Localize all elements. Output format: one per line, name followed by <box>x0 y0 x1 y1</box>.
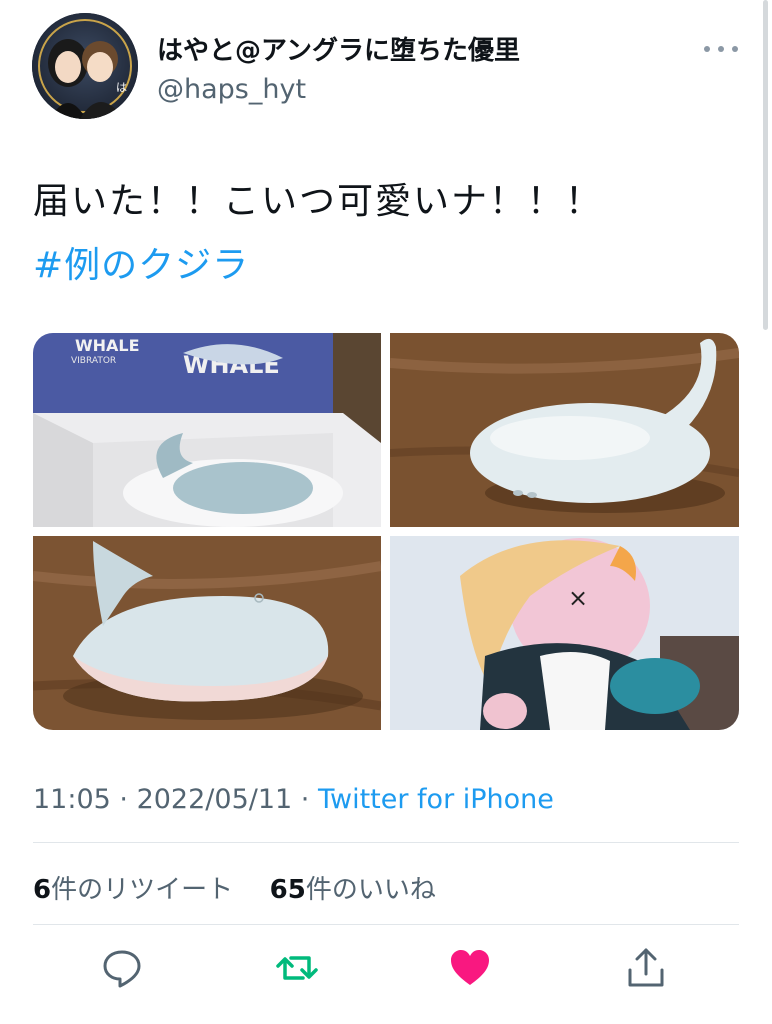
box-text-2: VIBRATOR <box>71 356 116 366</box>
meta-separator: · <box>300 784 318 815</box>
divider <box>33 924 739 925</box>
tweet-timestamp: 11:05 · 2022/05/11 · Twitter for iPhone <box>33 784 554 815</box>
more-options-icon[interactable] <box>704 34 738 64</box>
like-icon[interactable] <box>448 946 492 990</box>
retweet-label: 件のリツイート <box>51 875 234 905</box>
tweet-source[interactable]: Twitter for iPhone <box>318 784 554 815</box>
svg-text:×: × <box>568 584 588 612</box>
user-handle[interactable]: @haps_hyt <box>157 74 306 105</box>
tweet-date[interactable]: 2022/05/11 <box>137 784 293 815</box>
reply-icon[interactable] <box>100 946 144 990</box>
retweet-icon[interactable] <box>275 946 319 990</box>
action-bar <box>0 946 772 996</box>
svg-text:は: は <box>116 81 127 94</box>
dot <box>732 46 738 52</box>
scrollbar[interactable] <box>763 0 768 330</box>
photo-1[interactable]: WHALE VIBRATOR WHALE <box>33 333 381 527</box>
tweet-time[interactable]: 11:05 <box>33 784 111 815</box>
like-label: 件のいいね <box>305 875 436 905</box>
photo-3[interactable] <box>33 536 381 730</box>
hashtag-link[interactable]: #例のクジラ <box>33 236 249 288</box>
like-count: 65 <box>269 875 306 905</box>
divider <box>33 842 739 843</box>
retweet-stat[interactable]: 6件のリツイート <box>33 875 233 905</box>
tweet-stats: 6件のリツイート 65件のいいね <box>33 869 436 906</box>
retweet-count: 6 <box>33 875 52 905</box>
media-grid: WHALE VIBRATOR WHALE × <box>33 333 739 730</box>
photo-2[interactable] <box>390 333 739 527</box>
photo-4[interactable]: × <box>390 536 739 730</box>
tweet-text: 届いた！！こいつ可愛いナ！！！ <box>33 181 604 222</box>
box-text-1: WHALE <box>75 336 140 355</box>
display-name[interactable]: はやと@アングラに堕ちた優里 <box>157 30 520 67</box>
meta-separator: · <box>119 784 137 815</box>
like-stat[interactable]: 65件のいいね <box>270 875 436 905</box>
dot <box>704 46 710 52</box>
dot <box>718 46 724 52</box>
avatar[interactable]: は <box>32 13 138 119</box>
share-icon[interactable] <box>624 946 668 990</box>
